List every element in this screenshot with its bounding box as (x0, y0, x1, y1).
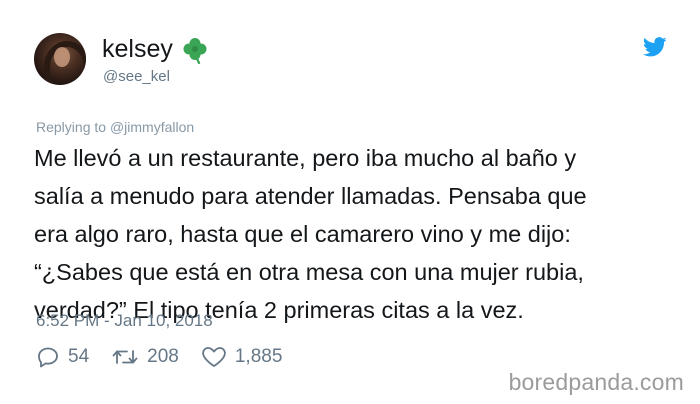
twitter-bird-icon[interactable] (643, 37, 667, 57)
display-name-text[interactable]: kelsey (102, 35, 173, 64)
reply-count: 54 (68, 346, 90, 367)
retweet-icon (112, 350, 138, 364)
tweet-text: Me llevó a un restaurante, pero iba much… (34, 145, 587, 323)
user-display-name[interactable]: kelsey (102, 35, 209, 64)
tweet-timestamp[interactable]: 6:52 PM - Jan 10, 2018 (36, 311, 213, 331)
like-button[interactable]: 1,885 (201, 346, 283, 368)
clover-icon (183, 37, 207, 64)
reply-icon (38, 347, 58, 368)
avatar-face (54, 47, 70, 67)
user-handle[interactable]: @see_kel (103, 68, 170, 85)
replying-to: Replying to @jimmyfallon (36, 119, 194, 135)
like-count: 1,885 (234, 346, 283, 367)
heart-icon (202, 347, 226, 367)
reply-mention-link[interactable]: @jimmyfallon (110, 119, 194, 135)
replying-prefix: Replying to (36, 119, 110, 135)
boredpanda-watermark: boredpanda.com (508, 369, 684, 395)
reply-button[interactable]: 54 (36, 346, 89, 368)
tweet-actions: 54 208 1,885 (36, 346, 304, 368)
retweet-button[interactable]: 208 (111, 346, 179, 368)
avatar[interactable] (34, 33, 86, 85)
retweet-count: 208 (147, 346, 179, 367)
